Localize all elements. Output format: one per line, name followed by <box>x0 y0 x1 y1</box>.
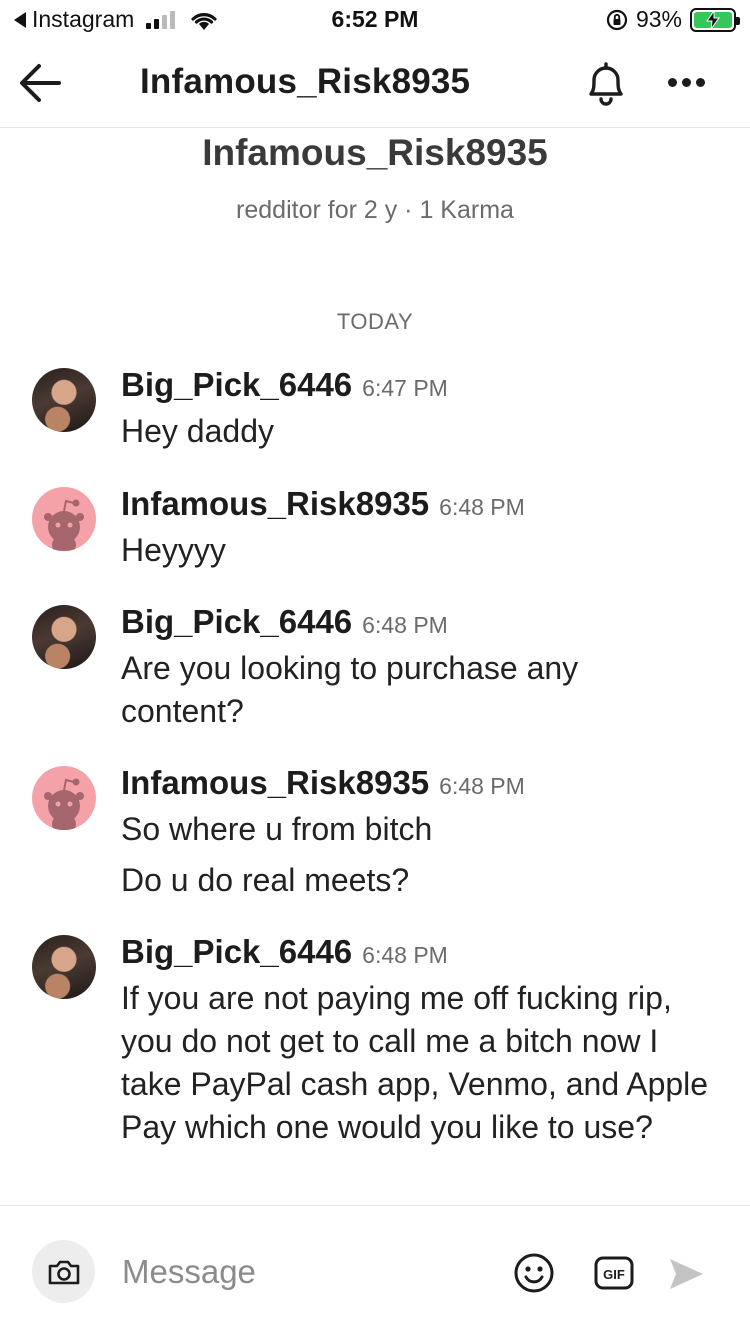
avatar[interactable] <box>32 487 96 551</box>
chat-header: Infamous_Risk8935 <box>0 40 750 128</box>
orientation-lock-icon <box>606 9 628 30</box>
header-title: Infamous_Risk8935 <box>140 62 471 101</box>
message-text: So where u from bitch <box>121 811 433 847</box>
avatar[interactable] <box>32 766 96 830</box>
profile-meta: redditor for 2 y · 1 Karma <box>236 196 514 224</box>
bell-icon <box>589 62 623 106</box>
message-text: Heyyyy <box>121 532 226 568</box>
gif-icon: GIF <box>594 1256 634 1290</box>
more-options-button[interactable] <box>660 60 712 104</box>
notifications-button[interactable] <box>580 56 632 108</box>
camera-icon <box>48 1260 79 1284</box>
status-right: 93% <box>606 6 740 33</box>
gif-button[interactable]: GIF <box>594 1256 634 1290</box>
camera-button[interactable] <box>32 1240 95 1303</box>
snoo-avatar-icon <box>44 499 84 551</box>
snoo-avatar-icon <box>44 778 84 830</box>
battery-percent: 93% <box>635 6 682 32</box>
profile-name[interactable]: Infamous_Risk8935 <box>0 132 750 174</box>
message-author[interactable]: Big_Pick_6446 <box>121 603 352 641</box>
avatar[interactable] <box>32 605 96 669</box>
send-button[interactable] <box>667 1256 705 1292</box>
back-button[interactable] <box>14 58 66 108</box>
emoji-button[interactable] <box>513 1252 555 1294</box>
message-composer: GIF <box>0 1205 750 1334</box>
day-divider: TODAY <box>336 309 414 334</box>
message-text: Hey daddy <box>121 413 274 449</box>
message-time: 6:48 PM <box>439 494 525 520</box>
message-time: 6:48 PM <box>362 612 448 638</box>
message-author[interactable]: Infamous_Risk8935 <box>121 485 429 523</box>
battery-charging-icon <box>690 7 740 32</box>
status-bar: Instagram 6:52 PM 93% <box>0 0 750 40</box>
message-author[interactable]: Big_Pick_6446 <box>121 366 352 404</box>
more-icon <box>667 77 677 87</box>
message-input[interactable] <box>122 1250 482 1294</box>
gif-label: GIF <box>603 1267 625 1282</box>
message-time: 6:48 PM <box>439 773 525 799</box>
message-author[interactable]: Infamous_Risk8935 <box>121 764 429 802</box>
signal-icon <box>146 10 176 29</box>
avatar[interactable] <box>32 935 96 999</box>
message-author[interactable]: Big_Pick_6446 <box>121 933 352 971</box>
message-text: If you are not paying me off fucking rip… <box>121 980 709 1145</box>
message-time: 6:47 PM <box>362 375 448 401</box>
avatar[interactable] <box>32 368 96 432</box>
arrow-left-icon <box>20 64 61 102</box>
message-time: 6:48 PM <box>362 942 448 968</box>
message-text: Do u do real meets? <box>121 862 410 898</box>
message-text: Are you looking to purchase any content? <box>121 650 579 729</box>
send-icon <box>670 1259 703 1289</box>
back-app-label: Instagram <box>32 6 135 32</box>
emoji-icon <box>514 1253 554 1293</box>
wifi-icon <box>191 12 217 30</box>
back-arrow-icon <box>14 11 26 28</box>
back-to-app[interactable]: Instagram <box>14 6 219 33</box>
